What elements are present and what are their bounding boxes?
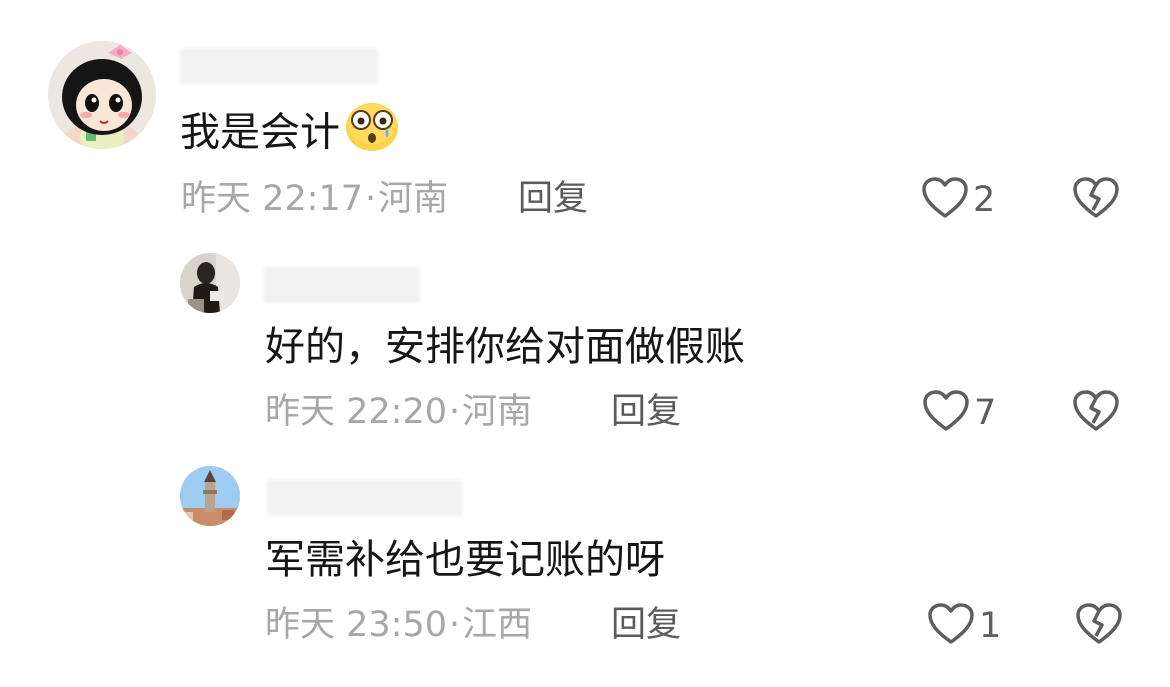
- comment-location: 江西: [462, 605, 533, 645]
- like-button[interactable]: 7: [922, 389, 996, 437]
- avatar[interactable]: [48, 41, 156, 149]
- comment-text: 军需补给也要记账的呀: [265, 537, 665, 583]
- avatar[interactable]: [180, 466, 240, 526]
- like-count: 7: [974, 393, 997, 433]
- meta-separator: ·: [449, 605, 461, 645]
- comment-location: 河南: [378, 179, 449, 219]
- dislike-button[interactable]: [1072, 389, 1120, 437]
- avatar[interactable]: [180, 253, 240, 313]
- reply-button[interactable]: 回复: [611, 604, 681, 646]
- reply-button[interactable]: 回复: [611, 391, 681, 433]
- tower-photo-avatar-image: [180, 466, 240, 526]
- dislike-button[interactable]: [1075, 602, 1123, 650]
- comment-time: 昨天 22:20: [265, 392, 447, 432]
- person-photo-avatar-image: [180, 253, 240, 313]
- dislike-button[interactable]: [1072, 176, 1120, 224]
- like-button[interactable]: 2: [921, 176, 995, 224]
- astonished-face-emoji-icon: [344, 100, 400, 163]
- comment-meta: 昨天 22:17·河南: [181, 178, 448, 220]
- comment-text-content: 我是会计: [180, 109, 340, 156]
- broken-heart-icon: [1072, 177, 1120, 224]
- reply-button[interactable]: 回复: [518, 178, 588, 220]
- broken-heart-icon: [1075, 603, 1123, 650]
- like-count: 2: [973, 180, 996, 220]
- heart-outline-icon: [922, 389, 970, 437]
- username-redacted[interactable]: [180, 48, 378, 84]
- comment-text: 我是会计: [180, 103, 400, 163]
- broken-heart-icon: [1072, 390, 1120, 437]
- cartoon-girl-avatar-image: [48, 41, 156, 149]
- comment-time: 昨天 22:17: [181, 179, 363, 219]
- meta-separator: ·: [365, 179, 377, 219]
- meta-separator: ·: [449, 392, 461, 432]
- heart-outline-icon: [927, 602, 975, 650]
- heart-outline-icon: [921, 176, 969, 224]
- comment-location: 河南: [462, 392, 533, 432]
- comment-time: 昨天 23:50: [265, 605, 447, 645]
- username-redacted[interactable]: [264, 267, 420, 303]
- comment-text: 好的，安排你给对面做假账: [265, 324, 745, 370]
- comment-meta: 昨天 23:50·江西: [265, 604, 532, 646]
- like-count: 1: [979, 606, 1002, 646]
- username-redacted[interactable]: [267, 480, 462, 516]
- comment-meta: 昨天 22:20·河南: [265, 391, 532, 433]
- like-button[interactable]: 1: [927, 602, 1001, 650]
